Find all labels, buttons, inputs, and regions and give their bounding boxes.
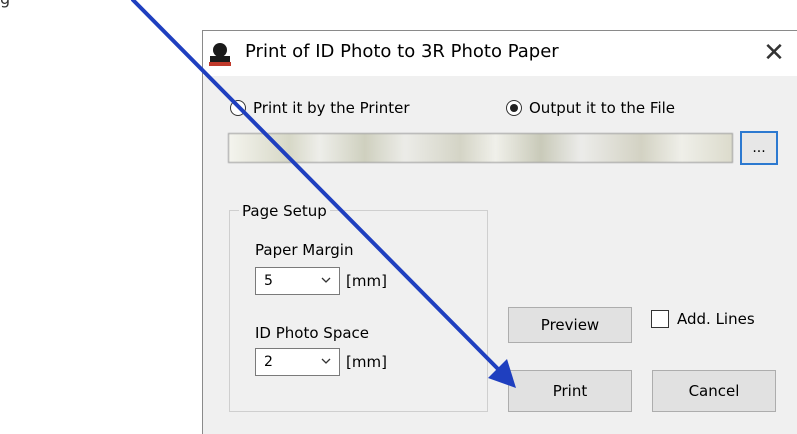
radio-circle[interactable] [230,100,246,116]
add-lines-label: Add. Lines [677,310,755,328]
id-photo-space-value: 2 [264,354,273,370]
paper-margin-unit: [mm] [346,272,387,290]
print-dialog: Print of ID Photo to 3R Photo Paper ✕ Pr… [202,30,797,434]
chevron-down-icon [321,277,331,283]
background-text: g [0,0,10,8]
radio-circle-selected[interactable] [506,100,522,116]
id-photo-space-unit: [mm] [346,353,387,371]
close-icon[interactable]: ✕ [755,35,793,71]
id-photo-person-icon [208,42,232,66]
paper-margin-value: 5 [264,273,273,289]
id-photo-space-label: ID Photo Space [255,324,370,342]
page-setup-legend: Page Setup [239,202,330,220]
paper-margin-label: Paper Margin [255,241,354,259]
radio-print-by-printer[interactable]: Print it by the Printer [230,99,410,117]
browse-button[interactable]: ... [740,131,778,165]
preview-button[interactable]: Preview [508,307,632,343]
print-button[interactable]: Print [508,370,632,412]
paper-margin-select[interactable]: 5 [255,267,340,295]
checkbox-box[interactable] [651,310,669,328]
radio-print-by-printer-label: Print it by the Printer [253,99,410,117]
chevron-down-icon [321,358,331,364]
dialog-title: Print of ID Photo to 3R Photo Paper [245,41,559,62]
title-bar[interactable]: Print of ID Photo to 3R Photo Paper ✕ [203,31,797,76]
output-file-path-field[interactable] [228,133,733,163]
radio-output-to-file-label: Output it to the File [529,99,676,117]
radio-output-to-file[interactable]: Output it to the File [506,99,675,117]
id-photo-space-select[interactable]: 2 [255,348,340,376]
cancel-button[interactable]: Cancel [652,370,776,412]
add-lines-checkbox[interactable]: Add. Lines [651,310,755,328]
